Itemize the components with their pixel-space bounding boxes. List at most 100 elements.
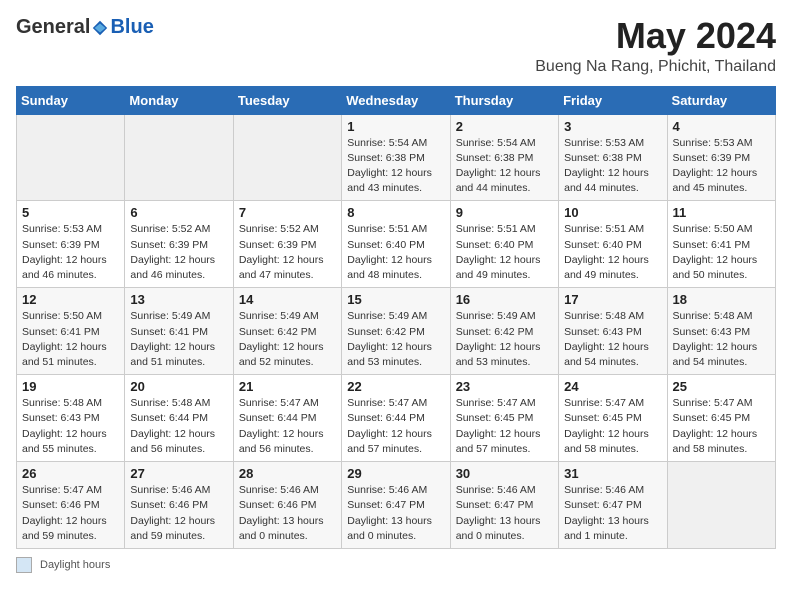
calendar-week-row: 19Sunrise: 5:48 AM Sunset: 6:43 PM Dayli… xyxy=(17,375,776,462)
calendar-cell xyxy=(17,114,125,201)
day-info: Sunrise: 5:54 AM Sunset: 6:38 PM Dayligh… xyxy=(456,136,553,197)
day-info: Sunrise: 5:46 AM Sunset: 6:46 PM Dayligh… xyxy=(239,483,336,544)
logo-blue-text: Blue xyxy=(110,16,153,39)
calendar-cell: 17Sunrise: 5:48 AM Sunset: 6:43 PM Dayli… xyxy=(559,288,667,375)
day-info: Sunrise: 5:50 AM Sunset: 6:41 PM Dayligh… xyxy=(22,309,119,370)
day-info: Sunrise: 5:51 AM Sunset: 6:40 PM Dayligh… xyxy=(347,222,444,283)
day-info: Sunrise: 5:53 AM Sunset: 6:38 PM Dayligh… xyxy=(564,136,661,197)
day-number: 12 xyxy=(22,292,119,307)
calendar-header-row: SundayMondayTuesdayWednesdayThursdayFrid… xyxy=(17,86,776,114)
calendar-cell: 11 Sunrise: 5:50 AM Sunset: 6:41 PM Dayli… xyxy=(667,201,775,288)
calendar-cell: 2Sunrise: 5:54 AM Sunset: 6:38 PM Daylig… xyxy=(450,114,558,201)
calendar-cell: 28 Sunrise: 5:46 AM Sunset: 6:46 PM Dayli… xyxy=(233,462,341,549)
calendar-cell: 15 Sunrise: 5:49 AM Sunset: 6:42 PM Dayli… xyxy=(342,288,450,375)
calendar-cell: 30Sunrise: 5:46 AM Sunset: 6:47 PM Dayli… xyxy=(450,462,558,549)
day-number: 26 xyxy=(22,466,119,481)
calendar-cell: 10Sunrise: 5:51 AM Sunset: 6:40 PM Dayli… xyxy=(559,201,667,288)
day-info: Sunrise: 5:49 AM Sunset: 6:41 PM Dayligh… xyxy=(130,309,227,370)
calendar-header-sunday: Sunday xyxy=(17,86,125,114)
day-number: 22 xyxy=(347,379,444,394)
calendar-header-friday: Friday xyxy=(559,86,667,114)
calendar-cell: 6 Sunrise: 5:52 AM Sunset: 6:39 PM Daylig… xyxy=(125,201,233,288)
day-info: Sunrise: 5:48 AM Sunset: 6:43 PM Dayligh… xyxy=(673,309,770,370)
day-number: 21 xyxy=(239,379,336,394)
day-info: Sunrise: 5:47 AM Sunset: 6:45 PM Dayligh… xyxy=(673,396,770,457)
day-info: Sunrise: 5:47 AM Sunset: 6:45 PM Dayligh… xyxy=(456,396,553,457)
day-number: 16 xyxy=(456,292,553,307)
logo: General Blue xyxy=(16,16,154,39)
day-info: Sunrise: 5:48 AM Sunset: 6:43 PM Dayligh… xyxy=(564,309,661,370)
day-number: 11 xyxy=(673,205,770,220)
day-number: 18 xyxy=(673,292,770,307)
month-title: May 2024 xyxy=(535,16,776,56)
location-title: Bueng Na Rang, Phichit, Thailand xyxy=(535,58,776,76)
calendar-cell: 12 Sunrise: 5:50 AM Sunset: 6:41 PM Dayli… xyxy=(17,288,125,375)
calendar-week-row: 1 Sunrise: 5:54 AM Sunset: 6:38 PM Daylig… xyxy=(17,114,776,201)
day-number: 15 xyxy=(347,292,444,307)
day-number: 28 xyxy=(239,466,336,481)
calendar-table: SundayMondayTuesdayWednesdayThursdayFrid… xyxy=(16,86,776,549)
day-number: 25 xyxy=(673,379,770,394)
day-info: Sunrise: 5:51 AM Sunset: 6:40 PM Dayligh… xyxy=(456,222,553,283)
calendar-week-row: 26 Sunrise: 5:47 AM Sunset: 6:46 PM Dayli… xyxy=(17,462,776,549)
day-number: 6 xyxy=(130,205,227,220)
day-info: Sunrise: 5:49 AM Sunset: 6:42 PM Dayligh… xyxy=(456,309,553,370)
calendar-cell: 29Sunrise: 5:46 AM Sunset: 6:47 PM Dayli… xyxy=(342,462,450,549)
day-info: Sunrise: 5:54 AM Sunset: 6:38 PM Dayligh… xyxy=(347,136,444,197)
day-info: Sunrise: 5:46 AM Sunset: 6:46 PM Dayligh… xyxy=(130,483,227,544)
day-info: Sunrise: 5:49 AM Sunset: 6:42 PM Dayligh… xyxy=(347,309,444,370)
calendar-cell: 19Sunrise: 5:48 AM Sunset: 6:43 PM Dayli… xyxy=(17,375,125,462)
day-info: Sunrise: 5:47 AM Sunset: 6:44 PM Dayligh… xyxy=(347,396,444,457)
day-number: 5 xyxy=(22,205,119,220)
day-info: Sunrise: 5:47 AM Sunset: 6:44 PM Dayligh… xyxy=(239,396,336,457)
calendar-cell: 27Sunrise: 5:46 AM Sunset: 6:46 PM Dayli… xyxy=(125,462,233,549)
day-number: 29 xyxy=(347,466,444,481)
day-info: Sunrise: 5:51 AM Sunset: 6:40 PM Dayligh… xyxy=(564,222,661,283)
calendar-cell: 18 Sunrise: 5:48 AM Sunset: 6:43 PM Dayli… xyxy=(667,288,775,375)
calendar-cell: 8 Sunrise: 5:51 AM Sunset: 6:40 PM Daylig… xyxy=(342,201,450,288)
calendar-header-monday: Monday xyxy=(125,86,233,114)
legend-box xyxy=(16,557,32,573)
day-info: Sunrise: 5:50 AM Sunset: 6:41 PM Dayligh… xyxy=(673,222,770,283)
calendar-header-wednesday: Wednesday xyxy=(342,86,450,114)
calendar-cell: 24 Sunrise: 5:47 AM Sunset: 6:45 PM Dayli… xyxy=(559,375,667,462)
calendar-cell: 16 Sunrise: 5:49 AM Sunset: 6:42 PM Dayli… xyxy=(450,288,558,375)
calendar-week-row: 5 Sunrise: 5:53 AM Sunset: 6:39 PM Daylig… xyxy=(17,201,776,288)
legend-label: Daylight hours xyxy=(40,559,110,571)
day-number: 8 xyxy=(347,205,444,220)
logo-general-text: General xyxy=(16,16,90,39)
calendar-week-row: 12 Sunrise: 5:50 AM Sunset: 6:41 PM Dayli… xyxy=(17,288,776,375)
calendar-cell: 22 Sunrise: 5:47 AM Sunset: 6:44 PM Dayli… xyxy=(342,375,450,462)
day-info: Sunrise: 5:53 AM Sunset: 6:39 PM Dayligh… xyxy=(22,222,119,283)
day-info: Sunrise: 5:46 AM Sunset: 6:47 PM Dayligh… xyxy=(564,483,661,544)
calendar-cell: 20 Sunrise: 5:48 AM Sunset: 6:44 PM Dayli… xyxy=(125,375,233,462)
calendar-cell: 4Sunrise: 5:53 AM Sunset: 6:39 PM Daylig… xyxy=(667,114,775,201)
day-number: 24 xyxy=(564,379,661,394)
day-number: 20 xyxy=(130,379,227,394)
logo-icon xyxy=(91,19,109,37)
calendar-cell: 9 Sunrise: 5:51 AM Sunset: 6:40 PM Daylig… xyxy=(450,201,558,288)
calendar-cell: 31 Sunrise: 5:46 AM Sunset: 6:47 PM Dayli… xyxy=(559,462,667,549)
day-info: Sunrise: 5:48 AM Sunset: 6:44 PM Dayligh… xyxy=(130,396,227,457)
title-block: May 2024 Bueng Na Rang, Phichit, Thailan… xyxy=(535,16,776,76)
calendar-cell: 7Sunrise: 5:52 AM Sunset: 6:39 PM Daylig… xyxy=(233,201,341,288)
calendar-cell: 25 Sunrise: 5:47 AM Sunset: 6:45 PM Dayli… xyxy=(667,375,775,462)
day-info: Sunrise: 5:47 AM Sunset: 6:45 PM Dayligh… xyxy=(564,396,661,457)
calendar-cell: 23Sunrise: 5:47 AM Sunset: 6:45 PM Dayli… xyxy=(450,375,558,462)
day-number: 14 xyxy=(239,292,336,307)
day-info: Sunrise: 5:47 AM Sunset: 6:46 PM Dayligh… xyxy=(22,483,119,544)
day-number: 9 xyxy=(456,205,553,220)
calendar-cell xyxy=(667,462,775,549)
calendar-cell: 3Sunrise: 5:53 AM Sunset: 6:38 PM Daylig… xyxy=(559,114,667,201)
day-info: Sunrise: 5:46 AM Sunset: 6:47 PM Dayligh… xyxy=(456,483,553,544)
calendar-cell: 13Sunrise: 5:49 AM Sunset: 6:41 PM Dayli… xyxy=(125,288,233,375)
day-number: 31 xyxy=(564,466,661,481)
day-info: Sunrise: 5:49 AM Sunset: 6:42 PM Dayligh… xyxy=(239,309,336,370)
calendar-cell xyxy=(125,114,233,201)
day-number: 1 xyxy=(347,119,444,134)
day-info: Sunrise: 5:52 AM Sunset: 6:39 PM Dayligh… xyxy=(130,222,227,283)
calendar-cell: 14 Sunrise: 5:49 AM Sunset: 6:42 PM Dayli… xyxy=(233,288,341,375)
legend: Daylight hours xyxy=(16,557,776,573)
calendar-cell: 26 Sunrise: 5:47 AM Sunset: 6:46 PM Dayli… xyxy=(17,462,125,549)
calendar-header-thursday: Thursday xyxy=(450,86,558,114)
